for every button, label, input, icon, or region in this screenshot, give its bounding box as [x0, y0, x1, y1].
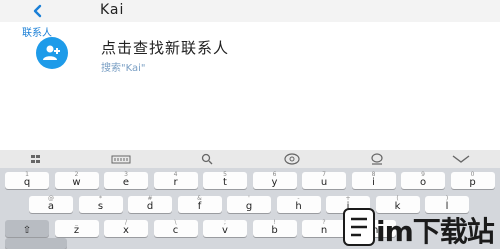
- add-contact-avatar: [36, 37, 68, 69]
- key-z[interactable]: _ z: [54, 219, 99, 237]
- key-s[interactable]: * s: [78, 195, 123, 213]
- search-icon[interactable]: [196, 153, 218, 165]
- mic-icon[interactable]: [366, 153, 388, 165]
- key-char-label: b: [271, 225, 278, 236]
- find-new-contact-title: 点击查找新联系人: [101, 39, 230, 57]
- keyboard-icon[interactable]: [110, 153, 132, 165]
- watermark-emblem-icon: [343, 208, 375, 246]
- find-new-contact-row[interactable]: 点击查找新联系人 搜索"Kai": [0, 36, 500, 74]
- grid-icon[interactable]: [28, 153, 50, 165]
- add-person-icon: [43, 45, 60, 60]
- key-char-label: z: [73, 225, 80, 236]
- collapse-icon[interactable]: [450, 153, 472, 165]
- key-char-label: ⇧: [22, 225, 32, 236]
- key-x[interactable]: / x: [104, 219, 148, 237]
- key-char-label: o: [419, 177, 427, 188]
- key-char-label: p: [469, 177, 476, 188]
- key-f[interactable]: & f: [177, 195, 222, 213]
- key-w[interactable]: 2w: [54, 171, 99, 189]
- key-char-label: u: [320, 177, 328, 188]
- key-char-label: x: [123, 225, 129, 236]
- key-v[interactable]: ; v: [203, 219, 247, 237]
- key-char-label: r: [173, 177, 178, 188]
- key-char-label: g: [245, 201, 253, 212]
- key-q[interactable]: 1q: [5, 171, 49, 189]
- watermark-logo: im下载站: [340, 205, 500, 249]
- key-c[interactable]: \ c: [153, 219, 198, 237]
- emoji-icon[interactable]: [281, 153, 303, 165]
- keyboard-bottom-row: [5, 238, 67, 249]
- top-bar: Kai: [0, 0, 500, 22]
- key-char-label: s: [97, 201, 104, 212]
- key-e[interactable]: 3e: [104, 171, 148, 189]
- key-t[interactable]: 5t: [203, 171, 247, 189]
- watermark-text: im下载站: [376, 215, 495, 248]
- key-p[interactable]: 0p: [450, 171, 495, 189]
- keyboard-toolbar: [0, 150, 500, 168]
- key-d[interactable]: # d: [128, 195, 172, 213]
- key-char-label: a: [47, 201, 55, 212]
- key-char-label: v: [222, 225, 228, 236]
- key-char-label: e: [122, 177, 130, 188]
- key-char-label: c: [172, 225, 179, 236]
- key-y[interactable]: 6y: [252, 171, 297, 189]
- key-g[interactable]: ' g: [227, 195, 271, 213]
- search-keyword-subtitle: 搜索"Kai": [101, 63, 146, 74]
- key-i[interactable]: 8i: [351, 171, 396, 189]
- key-char-label: d: [146, 201, 154, 212]
- key-char-label: t: [223, 177, 227, 188]
- key-o[interactable]: 9o: [401, 171, 445, 189]
- key-char-label: w: [72, 177, 81, 188]
- back-arrow-icon[interactable]: [30, 3, 46, 19]
- key-char-label: f: [197, 201, 202, 212]
- key-char-label: i: [372, 177, 375, 188]
- key-h[interactable]: -h: [276, 195, 321, 213]
- key-char-label: y: [271, 177, 278, 188]
- key-r[interactable]: 4r: [153, 171, 198, 189]
- key-u[interactable]: 7u: [302, 171, 346, 189]
- key-a[interactable]: @ a: [29, 195, 73, 213]
- key-char-label: h: [295, 201, 302, 212]
- search-query-title[interactable]: Kai: [100, 2, 124, 18]
- key-b[interactable]: ! b: [252, 219, 297, 237]
- key-shift[interactable]: ⇧: [5, 220, 49, 237]
- results-panel: 联系人 点击查找新联系人 搜索"Kai": [0, 22, 500, 150]
- key-char-label: q: [23, 177, 31, 188]
